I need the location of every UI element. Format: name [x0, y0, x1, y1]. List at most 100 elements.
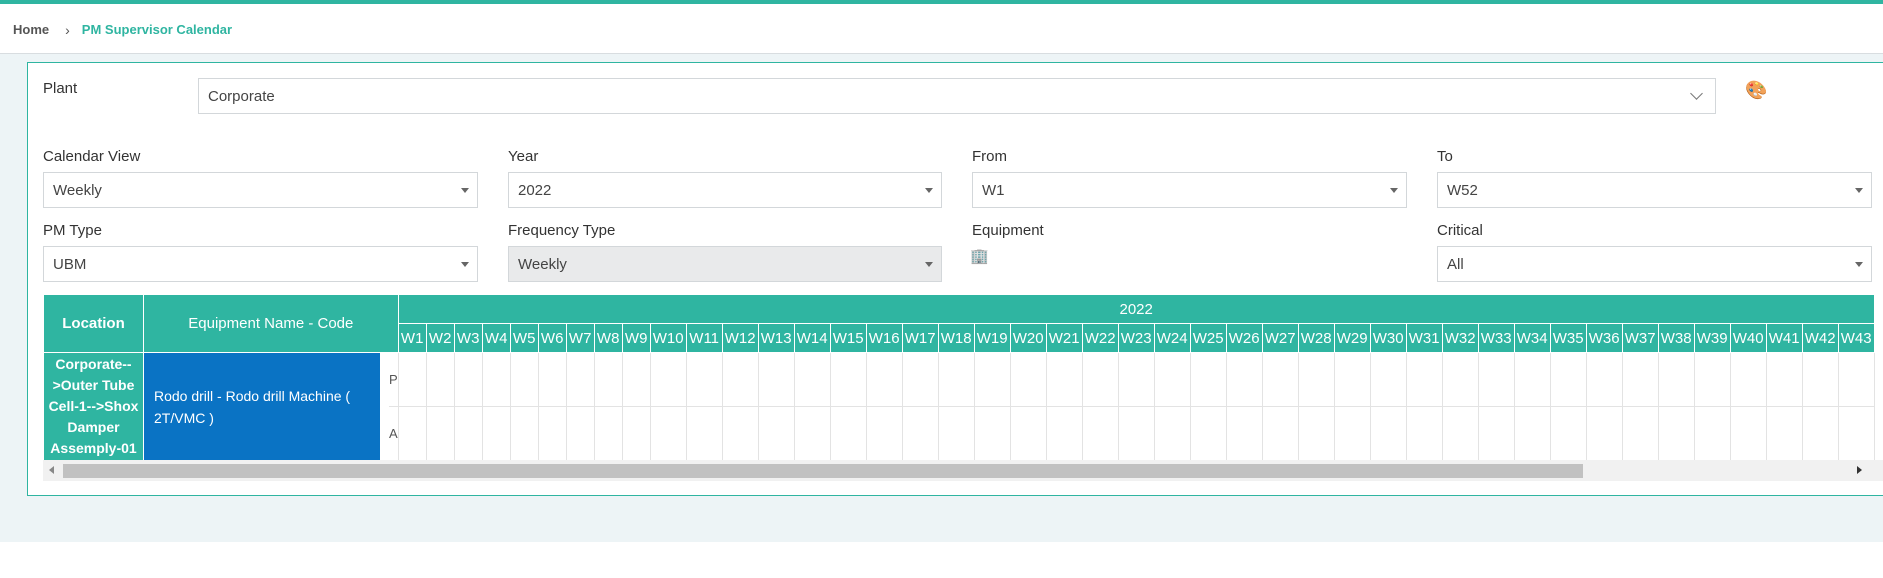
- to-select[interactable]: W52: [1437, 172, 1872, 208]
- week-cell[interactable]: [1081, 352, 1119, 407]
- week-cell[interactable]: [937, 352, 975, 407]
- week-cell[interactable]: [1621, 352, 1659, 407]
- week-cell[interactable]: [1117, 406, 1155, 460]
- week-cell[interactable]: [1009, 406, 1047, 460]
- week-cell[interactable]: [973, 352, 1011, 407]
- week-cell[interactable]: [1729, 406, 1767, 460]
- week-cell[interactable]: [1297, 406, 1335, 460]
- horizontal-scrollbar[interactable]: [43, 460, 1883, 481]
- week-cell[interactable]: [649, 352, 687, 407]
- week-cell[interactable]: [1153, 406, 1191, 460]
- week-cell[interactable]: [1549, 352, 1587, 407]
- week-cell[interactable]: [1225, 406, 1263, 460]
- week-cell[interactable]: [1225, 352, 1263, 407]
- week-cell[interactable]: [1441, 352, 1479, 407]
- week-cell[interactable]: [565, 352, 595, 407]
- week-cell[interactable]: [1009, 352, 1047, 407]
- week-cell[interactable]: [1045, 406, 1083, 460]
- week-cell[interactable]: [1765, 352, 1803, 407]
- week-cell[interactable]: [537, 406, 567, 460]
- week-cell[interactable]: [865, 352, 903, 407]
- week-cell[interactable]: [1441, 406, 1479, 460]
- breadcrumb-home-link[interactable]: Home: [13, 22, 49, 37]
- week-cell[interactable]: [509, 406, 539, 460]
- week-cell[interactable]: [1765, 406, 1803, 460]
- week-cell[interactable]: [1369, 352, 1407, 407]
- scroll-right-arrow-icon[interactable]: [1857, 466, 1862, 474]
- week-cell[interactable]: [1333, 406, 1371, 460]
- week-cell[interactable]: [721, 352, 759, 407]
- week-cell[interactable]: [937, 406, 975, 460]
- week-cell[interactable]: [1657, 406, 1695, 460]
- equipment-cell[interactable]: Rodo drill - Rodo drill Machine ( 2T/VMC…: [143, 352, 389, 460]
- week-cell[interactable]: [829, 406, 867, 460]
- week-cell[interactable]: [1189, 352, 1227, 407]
- week-cell[interactable]: [721, 406, 759, 460]
- week-cell[interactable]: [901, 406, 939, 460]
- scroll-left-arrow-icon[interactable]: [49, 466, 54, 474]
- week-cell[interactable]: [481, 406, 511, 460]
- week-cell[interactable]: [593, 352, 623, 407]
- week-cell[interactable]: [1405, 352, 1443, 407]
- week-cell[interactable]: [1513, 352, 1551, 407]
- week-cell[interactable]: [1261, 406, 1299, 460]
- week-cell[interactable]: [1693, 406, 1731, 460]
- week-cell[interactable]: [973, 406, 1011, 460]
- scrollbar-thumb[interactable]: [63, 464, 1583, 478]
- week-cell[interactable]: [1801, 406, 1839, 460]
- week-cell[interactable]: [1369, 406, 1407, 460]
- week-cell[interactable]: [1117, 352, 1155, 407]
- week-cell[interactable]: [1405, 406, 1443, 460]
- week-cell[interactable]: [1189, 406, 1227, 460]
- week-cell[interactable]: [793, 352, 831, 407]
- week-cell[interactable]: [453, 352, 483, 407]
- week-cell[interactable]: [509, 352, 539, 407]
- week-cell[interactable]: [481, 352, 511, 407]
- week-cell[interactable]: [1837, 406, 1875, 460]
- week-cell[interactable]: [1801, 352, 1839, 407]
- year-select[interactable]: 2022: [508, 172, 942, 208]
- week-cell[interactable]: [1477, 352, 1515, 407]
- week-cell[interactable]: [1729, 352, 1767, 407]
- pm-type-select[interactable]: UBM: [43, 246, 478, 282]
- week-cell[interactable]: [685, 406, 723, 460]
- week-cell[interactable]: [1045, 352, 1083, 407]
- building-icon[interactable]: 🏢: [970, 247, 989, 265]
- week-cell[interactable]: [649, 406, 687, 460]
- week-cell[interactable]: [1585, 406, 1623, 460]
- week-cell[interactable]: [621, 352, 651, 407]
- week-cell[interactable]: [397, 406, 427, 460]
- week-cell[interactable]: [829, 352, 867, 407]
- week-cell[interactable]: [1261, 352, 1299, 407]
- plant-select[interactable]: Corporate: [198, 78, 1716, 114]
- week-cell[interactable]: [593, 406, 623, 460]
- week-cell[interactable]: [1297, 352, 1335, 407]
- week-cell[interactable]: [565, 406, 595, 460]
- week-cell[interactable]: [1585, 352, 1623, 407]
- week-cell[interactable]: [1477, 406, 1515, 460]
- week-cell[interactable]: [537, 352, 567, 407]
- week-cell[interactable]: [1837, 352, 1875, 407]
- week-cell[interactable]: [1081, 406, 1119, 460]
- calendar-view-select[interactable]: Weekly: [43, 172, 478, 208]
- week-cell[interactable]: [453, 406, 483, 460]
- week-cell[interactable]: [757, 406, 795, 460]
- week-cell[interactable]: [757, 352, 795, 407]
- week-cell[interactable]: [1657, 352, 1695, 407]
- week-cell[interactable]: [1513, 406, 1551, 460]
- palette-icon[interactable]: 🎨: [1745, 80, 1767, 101]
- week-cell[interactable]: [425, 352, 455, 407]
- week-cell[interactable]: [1153, 352, 1191, 407]
- week-cell[interactable]: [1333, 352, 1371, 407]
- from-select[interactable]: W1: [972, 172, 1407, 208]
- week-cell[interactable]: [793, 406, 831, 460]
- week-cell[interactable]: [1549, 406, 1587, 460]
- week-cell[interactable]: [685, 352, 723, 407]
- critical-select[interactable]: All: [1437, 246, 1872, 282]
- week-cell[interactable]: [865, 406, 903, 460]
- week-cell[interactable]: [901, 352, 939, 407]
- week-cell[interactable]: [425, 406, 455, 460]
- week-cell[interactable]: [1621, 406, 1659, 460]
- week-cell[interactable]: [621, 406, 651, 460]
- week-cell[interactable]: [1693, 352, 1731, 407]
